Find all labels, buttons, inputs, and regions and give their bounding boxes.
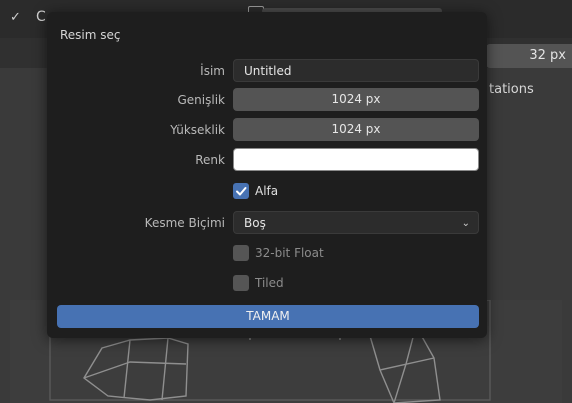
- width-field[interactable]: 1024 px: [233, 88, 479, 111]
- annotations-panel-label[interactable]: tations: [489, 82, 534, 97]
- tiled-label: Tiled: [255, 276, 284, 290]
- color-swatch[interactable]: [233, 148, 479, 171]
- alpha-label: Alfa: [255, 184, 279, 198]
- checkmark-icon: [236, 187, 247, 196]
- height-label: Yükseklik: [170, 123, 225, 137]
- dialog-title: Resim seç: [60, 28, 121, 42]
- float32-checkbox[interactable]: [233, 245, 249, 261]
- tiled-checkbox-row[interactable]: Tiled: [233, 274, 284, 292]
- generated-type-select[interactable]: Boş ⌄: [233, 211, 479, 234]
- alpha-checkbox[interactable]: [233, 183, 249, 199]
- name-label: İsim: [200, 64, 225, 78]
- height-field[interactable]: 1024 px: [233, 118, 479, 141]
- tiled-checkbox[interactable]: [233, 275, 249, 291]
- generated-type-label: Kesme Biçimi: [144, 216, 225, 230]
- chevron-down-icon: ⌄: [461, 218, 470, 229]
- float32-label: 32-bit Float: [255, 246, 324, 260]
- collapse-chevron-icon[interactable]: ✓: [10, 10, 21, 25]
- color-label: Renk: [195, 153, 225, 167]
- generated-type-value: Boş: [244, 216, 266, 230]
- ok-button[interactable]: TAMAM: [57, 305, 479, 328]
- alpha-checkbox-row[interactable]: Alfa: [233, 182, 278, 200]
- brush-size-field[interactable]: 32 px: [486, 44, 572, 68]
- float32-checkbox-row[interactable]: 32-bit Float: [233, 244, 324, 262]
- new-image-dialog: Resim seç İsim Untitled Genişlik 1024 px…: [47, 12, 487, 338]
- header-letter: C: [36, 9, 46, 25]
- name-input[interactable]: Untitled: [233, 59, 479, 82]
- width-label: Genişlik: [177, 93, 226, 107]
